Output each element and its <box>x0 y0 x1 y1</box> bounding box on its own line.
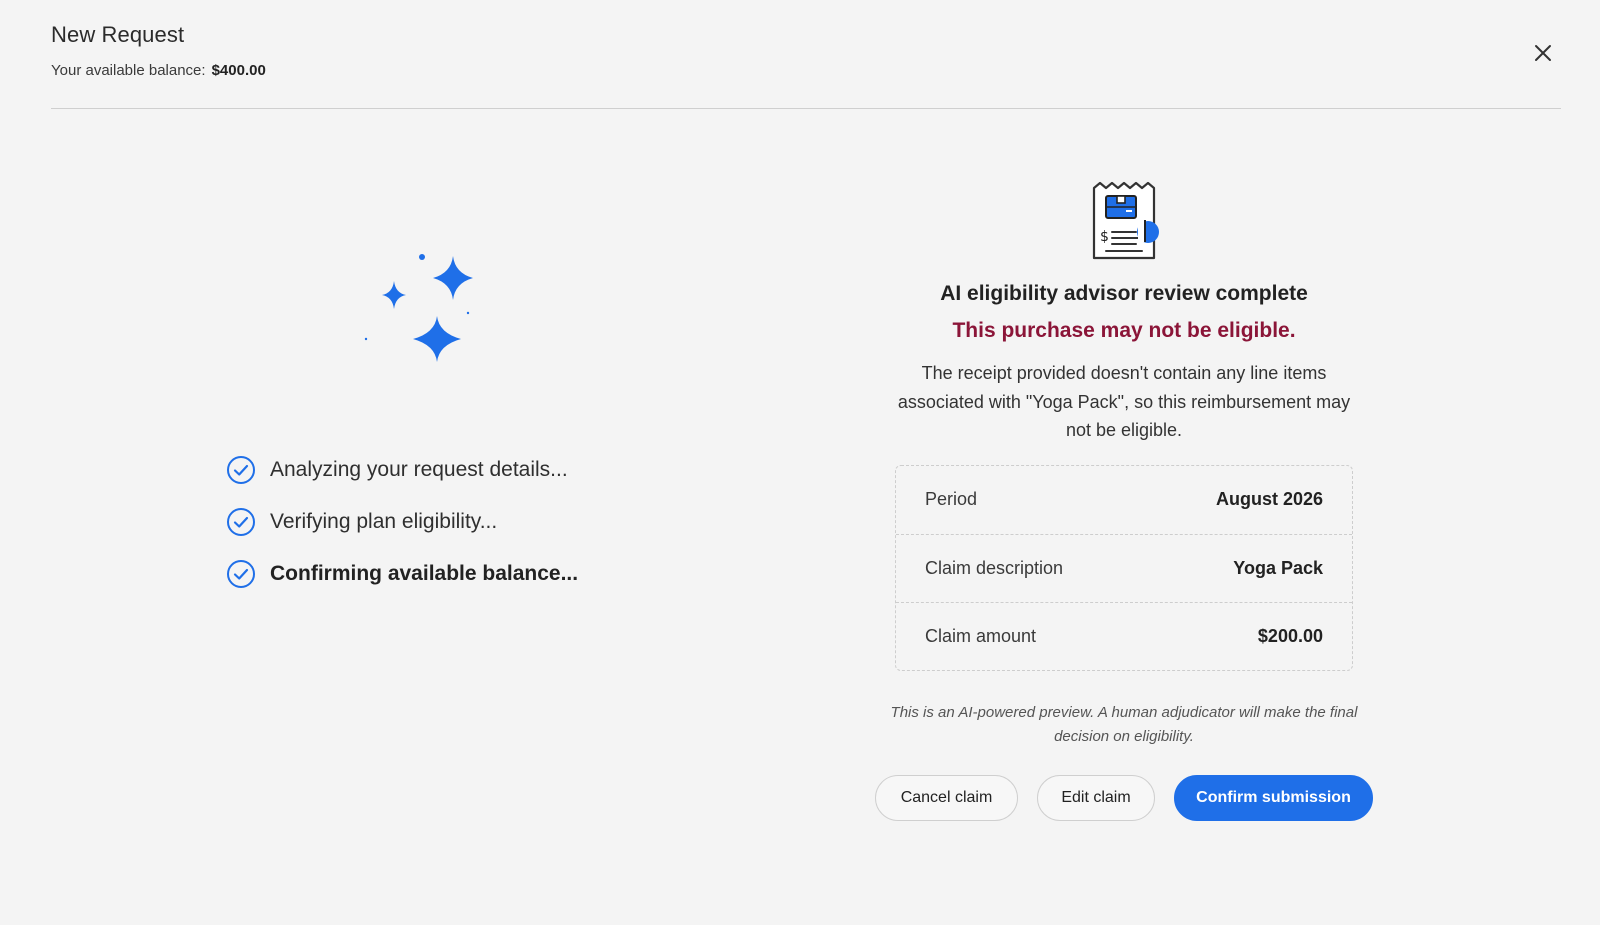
edit-claim-button[interactable]: Edit claim <box>1037 775 1155 821</box>
review-description: The receipt provided doesn't contain any… <box>897 363 1351 440</box>
claim-details: Period August 2026 Claim description Yog… <box>895 464 1353 671</box>
check-circle-icon <box>227 560 255 588</box>
progress-step: Analyzing your request details... <box>226 444 578 496</box>
progress-steps: Analyzing your request details... Verify… <box>226 444 578 600</box>
close-icon <box>1535 45 1551 61</box>
cancel-claim-button[interactable]: Cancel claim <box>875 775 1018 821</box>
detail-row-period: Period August 2026 <box>896 466 1352 534</box>
detail-key: Claim amount <box>925 625 1037 646</box>
progress-step: Verifying plan eligibility... <box>226 496 578 548</box>
review-panel: $ AI eligibility advisor review complete… <box>875 180 1373 749</box>
detail-row-amount: Claim amount $200.00 <box>896 601 1352 670</box>
page-title: New Request <box>51 22 185 47</box>
header-divider <box>51 108 1561 109</box>
available-balance: Your available balance: $400.00 <box>51 62 266 79</box>
progress-step-label: Verifying plan eligibility... <box>270 510 498 533</box>
progress-step-label: Confirming available balance... <box>270 562 579 585</box>
ai-disclaimer: This is an AI-powered preview. A human a… <box>890 703 1358 745</box>
review-title: AI eligibility advisor review complete <box>940 282 1308 305</box>
detail-value: August 2026 <box>1215 489 1323 509</box>
detail-value: $200.00 <box>1257 625 1323 646</box>
confirm-submission-button[interactable]: Confirm submission <box>1174 775 1373 821</box>
check-circle-icon <box>227 456 255 484</box>
balance-value: $400.00 <box>211 62 266 79</box>
progress-step-label: Analyzing your request details... <box>270 458 568 481</box>
detail-row-description: Claim description Yoga Pack <box>896 533 1352 602</box>
sparkles-icon <box>364 254 473 362</box>
modal-header: New Request Your available balance: $400.… <box>51 22 266 79</box>
receipt-icon: $ <box>1092 181 1159 260</box>
progress-step: Confirming available balance... <box>226 548 578 600</box>
eligibility-warning: This purchase may not be eligible. <box>952 319 1296 342</box>
detail-value: Yoga Pack <box>1233 557 1323 578</box>
svg-text:$: $ <box>1100 229 1109 245</box>
close-button[interactable] <box>1530 40 1556 66</box>
detail-key: Period <box>925 489 978 509</box>
action-buttons: Cancel claim Edit claim Confirm submissi… <box>875 775 1373 821</box>
check-circle-icon <box>227 508 255 536</box>
balance-label: Your available balance: <box>51 62 206 79</box>
detail-key: Claim description <box>925 557 1064 578</box>
